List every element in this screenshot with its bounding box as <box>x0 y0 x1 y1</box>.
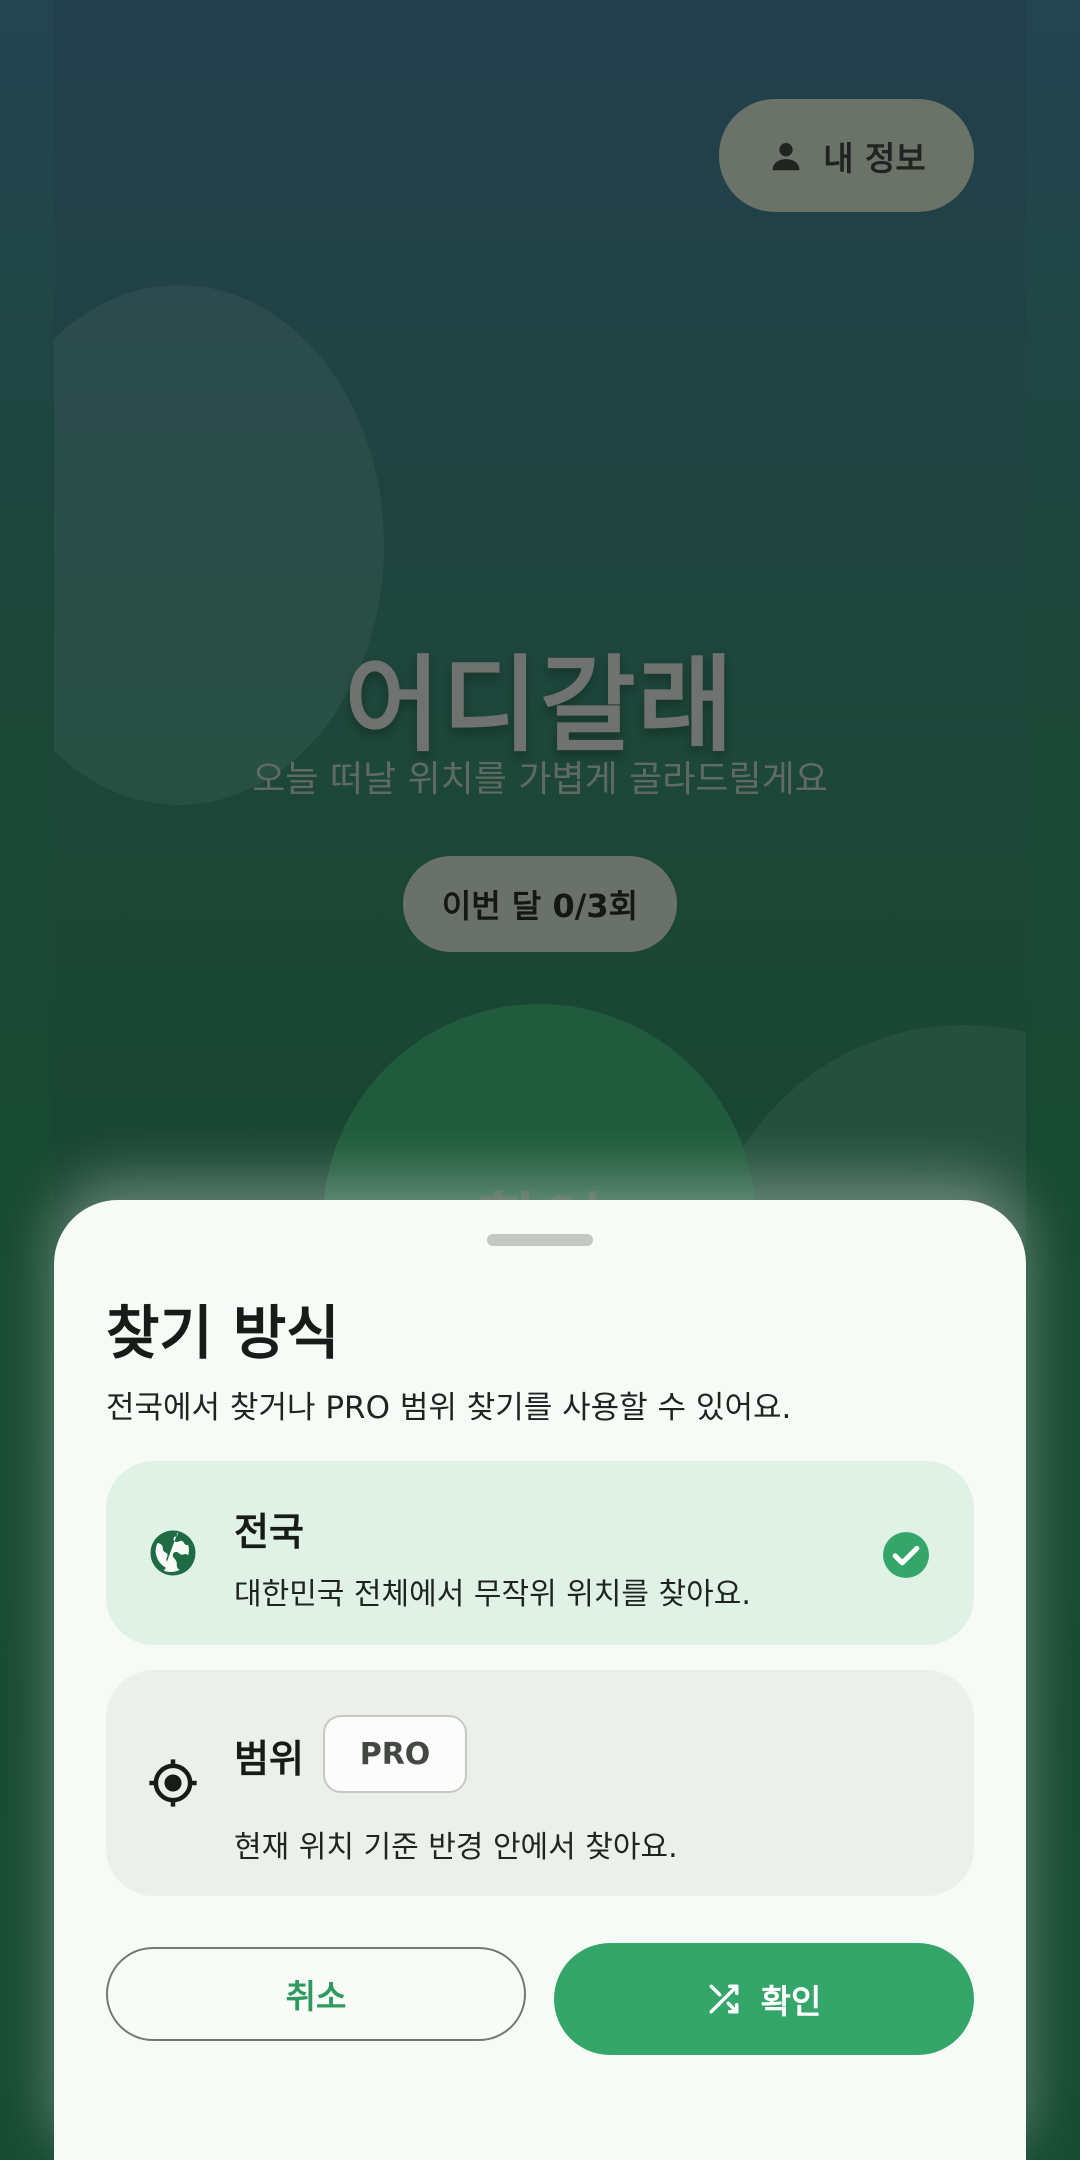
option-range[interactable]: 범위 PRO 현재 위치 기준 반경 안에서 찾아요. <box>106 1670 974 1896</box>
sheet-title: 찾기 방식 <box>106 1299 340 1367</box>
option-range-description: 현재 위치 기준 반경 안에서 찾아요. <box>234 1830 678 1865</box>
option-national[interactable]: 전국 대한민국 전체에서 무작위 위치를 찾아요. <box>106 1461 974 1645</box>
app-subtitle: 오늘 떠날 위치를 가볍게 골라드릴게요 <box>252 759 828 800</box>
globe-icon <box>150 1530 196 1576</box>
confirm-label: 확인 <box>760 1982 822 2021</box>
option-national-title: 전국 <box>234 1510 304 1554</box>
sheet-drag-handle[interactable] <box>487 1234 593 1246</box>
profile-button[interactable]: 내 정보 <box>719 99 974 212</box>
sheet-description: 전국에서 찾거나 PRO 범위 찾기를 사용할 수 있어요. <box>106 1390 792 1426</box>
pro-badge: PRO <box>323 1715 467 1793</box>
crosshair-icon <box>149 1759 197 1807</box>
profile-label: 내 정보 <box>823 138 926 178</box>
option-national-description: 대한민국 전체에서 무작위 위치를 찾아요. <box>234 1577 751 1612</box>
check-circle-icon <box>883 1532 929 1578</box>
option-range-title: 범위 <box>234 1737 304 1781</box>
cancel-button[interactable]: 취소 <box>106 1947 526 2041</box>
confirm-button[interactable]: 확인 <box>554 1943 974 2055</box>
person-icon <box>772 142 800 170</box>
cancel-label: 취소 <box>285 1977 347 2016</box>
shuffle-icon <box>709 1984 739 2014</box>
bottom-sheet: 찾기 방식 전국에서 찾거나 PRO 범위 찾기를 사용할 수 있어요. 전국 … <box>54 1200 1026 2160</box>
quota-badge: 이번 달 0/3회 <box>403 856 677 952</box>
app-title: 어디갈래 <box>344 644 736 766</box>
